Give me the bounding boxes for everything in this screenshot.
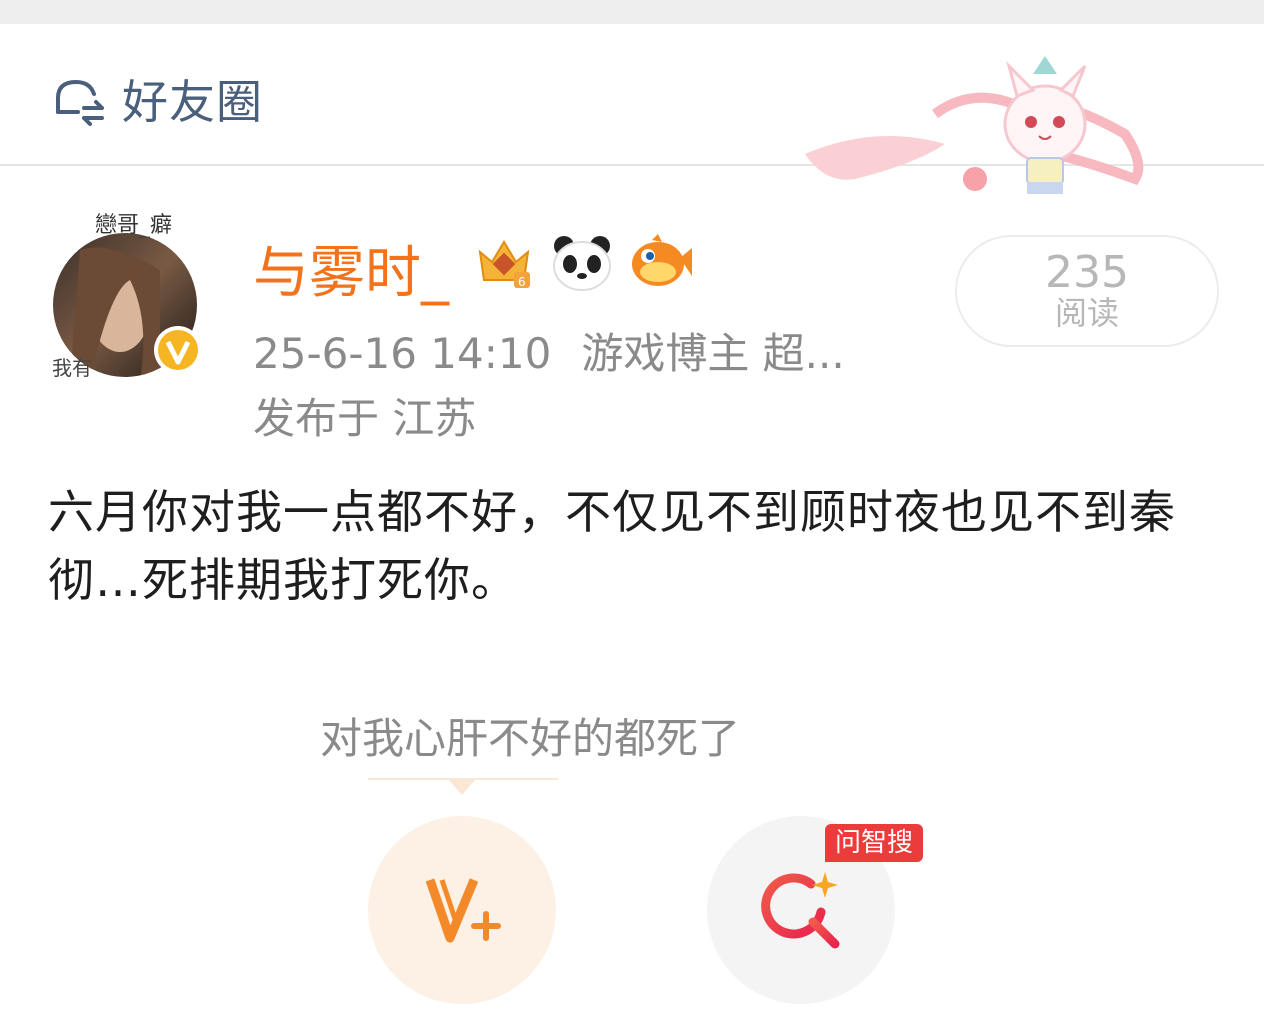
comment-bubble: 对我心肝不好的都死了 [320, 714, 741, 763]
smart-search-icon [761, 872, 840, 949]
fish-badge-icon[interactable] [626, 232, 694, 292]
vplus-button[interactable] [368, 816, 556, 1004]
user-badges: 6 [470, 232, 694, 292]
svg-text:6: 6 [518, 275, 526, 289]
smart-search-tag: 问智搜 [825, 824, 924, 862]
bunny-mascot-decoration [805, 56, 1144, 194]
bubble-tail [448, 779, 476, 795]
avatar-overlay-text-top: 戀哥_癖 [95, 213, 172, 238]
post-source[interactable]: 游戏博主 超... [581, 329, 844, 378]
app-header: 好友圈 [0, 24, 1264, 194]
username[interactable]: 与雾时_ [253, 228, 449, 309]
page-title: 好友圈 [122, 75, 263, 129]
post-meta: 25-6-16 14:10 游戏博主 超... [253, 320, 845, 381]
read-label: 阅读 [1054, 294, 1119, 332]
avatar-overlay-text-bottom: 我有 [52, 356, 92, 380]
post-time: 25-6-16 14:10 [253, 329, 552, 378]
post-location: 发布于 江苏 [253, 394, 477, 443]
read-count: 235 [1045, 247, 1129, 298]
top-strip [0, 0, 1264, 24]
friends-circle-icon[interactable] [50, 68, 110, 128]
read-count-pill: 235 阅读 [955, 235, 1219, 347]
user-avatar[interactable]: 戀哥_癖 我有 [50, 210, 205, 380]
crown-level-badge-icon[interactable]: 6 [470, 232, 538, 292]
panda-badge-icon[interactable] [548, 232, 616, 292]
vplus-icon [425, 878, 501, 943]
post-content: 六月你对我一点都不好，不仅见不到顾时夜也见不到秦彻…死排期我打死你。 [48, 485, 1176, 607]
